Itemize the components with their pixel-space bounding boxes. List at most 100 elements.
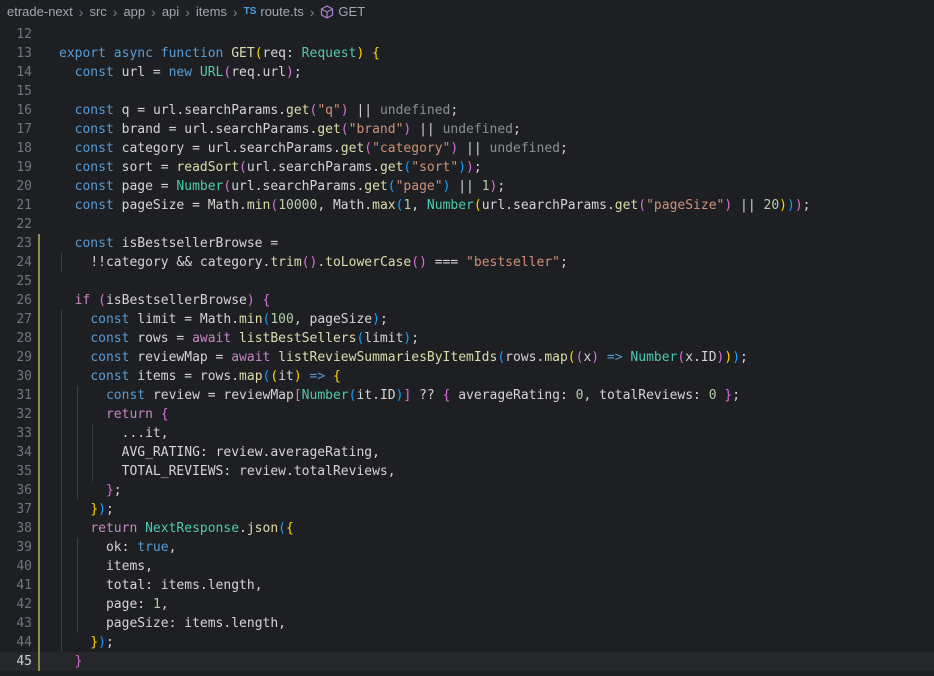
code-line[interactable]: 38 return NextResponse.json({	[0, 519, 934, 538]
breadcrumb-item-items[interactable]: items	[196, 4, 227, 19]
code-token: NextResponse	[145, 521, 240, 536]
code-line[interactable]: 33 ...it,	[0, 424, 934, 443]
code-line[interactable]: 28 const rows = await listBestSellers(li…	[0, 329, 934, 348]
code-line[interactable]: 44 });	[0, 633, 934, 652]
code-token: [	[293, 388, 302, 403]
code-line[interactable]: 14 const url = new URL(req.url);	[0, 63, 934, 82]
code-line[interactable]: 37 });	[0, 500, 934, 519]
breadcrumb-item-project[interactable]: etrade-next	[7, 4, 73, 19]
code-line[interactable]: 18 const category = url.searchParams.get…	[0, 139, 934, 158]
code-line[interactable]: 16 const q = url.searchParams.get("q") |…	[0, 101, 934, 120]
code-token: {	[442, 388, 459, 403]
line-number: 44	[16, 635, 32, 650]
git-change-marker	[38, 329, 40, 348]
code-token: Number	[426, 198, 474, 213]
code-line[interactable]: 29 const reviewMap = await listReviewSum…	[0, 348, 934, 367]
code-line[interactable]: 15	[0, 82, 934, 101]
code-editor[interactable]: etrade-next › src › app › api › items › …	[0, 0, 934, 676]
code-token: )	[293, 369, 302, 384]
breadcrumb-item-symbol[interactable]: GET	[338, 4, 365, 19]
code-line[interactable]: 24 !!category && category.trim().toLower…	[0, 253, 934, 272]
code-line[interactable]: 39 ok: true,	[0, 538, 934, 557]
code-line[interactable]: 31 const review = reviewMap[Number(it.ID…	[0, 386, 934, 405]
code-line[interactable]: 17 const brand = url.searchParams.get("b…	[0, 120, 934, 139]
breadcrumb-item-app[interactable]: app	[123, 4, 145, 19]
code-token: items.length	[184, 616, 279, 631]
code-line[interactable]: 36 };	[0, 481, 934, 500]
code-token: json	[246, 521, 279, 536]
code-line[interactable]: 41 total: items.length,	[0, 576, 934, 595]
code-token: ,	[372, 445, 380, 460]
code-line[interactable]: 34 AVG_RATING: review.averageRating,	[0, 443, 934, 462]
line-content: const page = Number (url.searchParams.get…	[59, 177, 506, 196]
code-token: const	[74, 236, 122, 251]
line-number: 29	[16, 350, 32, 365]
code-line[interactable]: 25	[0, 272, 934, 291]
code-line[interactable]: 42 page: 1,	[0, 595, 934, 614]
code-token: ;	[740, 350, 748, 365]
code-token: listBestSellers	[239, 331, 357, 346]
line-content: });	[59, 633, 113, 652]
code-line[interactable]: 26 if (isBestsellerBrowse) {	[0, 291, 934, 310]
code-token: )	[787, 198, 795, 213]
code-token: =>	[599, 350, 631, 365]
code-line[interactable]: 40 items,	[0, 557, 934, 576]
breadcrumb-item-api[interactable]: api	[162, 4, 179, 19]
code-token: (	[638, 198, 647, 213]
line-number: 12	[16, 27, 32, 42]
code-token: &&	[168, 255, 200, 270]
git-change-marker	[38, 44, 40, 63]
git-change-marker	[38, 424, 40, 443]
code-token: reviewMap	[137, 350, 208, 365]
code-token: category	[105, 255, 169, 270]
code-token: ,	[168, 540, 177, 555]
line-content: !!category && category.trim().toLowerCas…	[59, 253, 567, 272]
code-token: :	[137, 597, 153, 612]
line-content: }	[59, 652, 83, 671]
code-token: ;	[113, 483, 122, 498]
code-token: "q"	[317, 103, 341, 118]
code-line[interactable]: 32 return {	[0, 405, 934, 424]
code-line[interactable]: 22	[0, 215, 934, 234]
chevron-right-icon: ›	[232, 3, 238, 20]
code-token: page	[105, 597, 138, 612]
code-line[interactable]: 21 const pageSize = Math.min(10000, Math…	[0, 196, 934, 215]
breadcrumb-item-src[interactable]: src	[89, 4, 106, 19]
line-number: 33	[16, 426, 32, 441]
code-line[interactable]: 45 }	[0, 652, 934, 671]
code-token: "pageSize"	[646, 198, 725, 213]
git-change-marker	[38, 120, 40, 139]
code-area[interactable]: 12 13 export async function GET(req: Reque…	[0, 25, 934, 671]
line-number: 39	[16, 540, 32, 555]
code-token: await	[192, 331, 240, 346]
line-content: const sort = readSort(url.searchParams.g…	[59, 158, 482, 177]
git-change-marker	[38, 386, 40, 405]
code-line[interactable]: 35 TOTAL_REVIEWS: review.totalReviews,	[0, 462, 934, 481]
line-content: const limit = Math.min(100, pageSize);	[59, 310, 387, 329]
code-token: category	[121, 141, 185, 156]
git-change-marker	[38, 82, 40, 101]
code-token: ,	[160, 426, 169, 441]
code-line[interactable]: 20 const page = Number (url.searchParams.…	[0, 177, 934, 196]
code-line[interactable]: 43 pageSize: items.length,	[0, 614, 934, 633]
breadcrumb-item-file[interactable]: route.ts	[260, 4, 303, 19]
code-line[interactable]: 23 const isBestsellerBrowse =	[0, 234, 934, 253]
line-number: 28	[16, 331, 32, 346]
line-content: const q = url.searchParams.get("q") || u…	[59, 101, 459, 120]
code-token: )	[779, 198, 787, 213]
code-token: true	[137, 540, 169, 555]
code-token: {	[372, 46, 380, 61]
code-token: ;	[411, 331, 420, 346]
code-token: =	[152, 179, 177, 194]
code-line[interactable]: 30 const items = rows.map((it) => {	[0, 367, 934, 386]
code-token: totalReviews	[599, 388, 694, 403]
code-line[interactable]: 27 const limit = Math.min(100, pageSize)…	[0, 310, 934, 329]
code-line[interactable]: 12	[0, 25, 934, 44]
code-line[interactable]: 13 export async function GET(req: Request…	[0, 44, 934, 63]
code-line[interactable]: 19 const sort = readSort(url.searchParam…	[0, 158, 934, 177]
code-token: rows.	[199, 369, 240, 384]
